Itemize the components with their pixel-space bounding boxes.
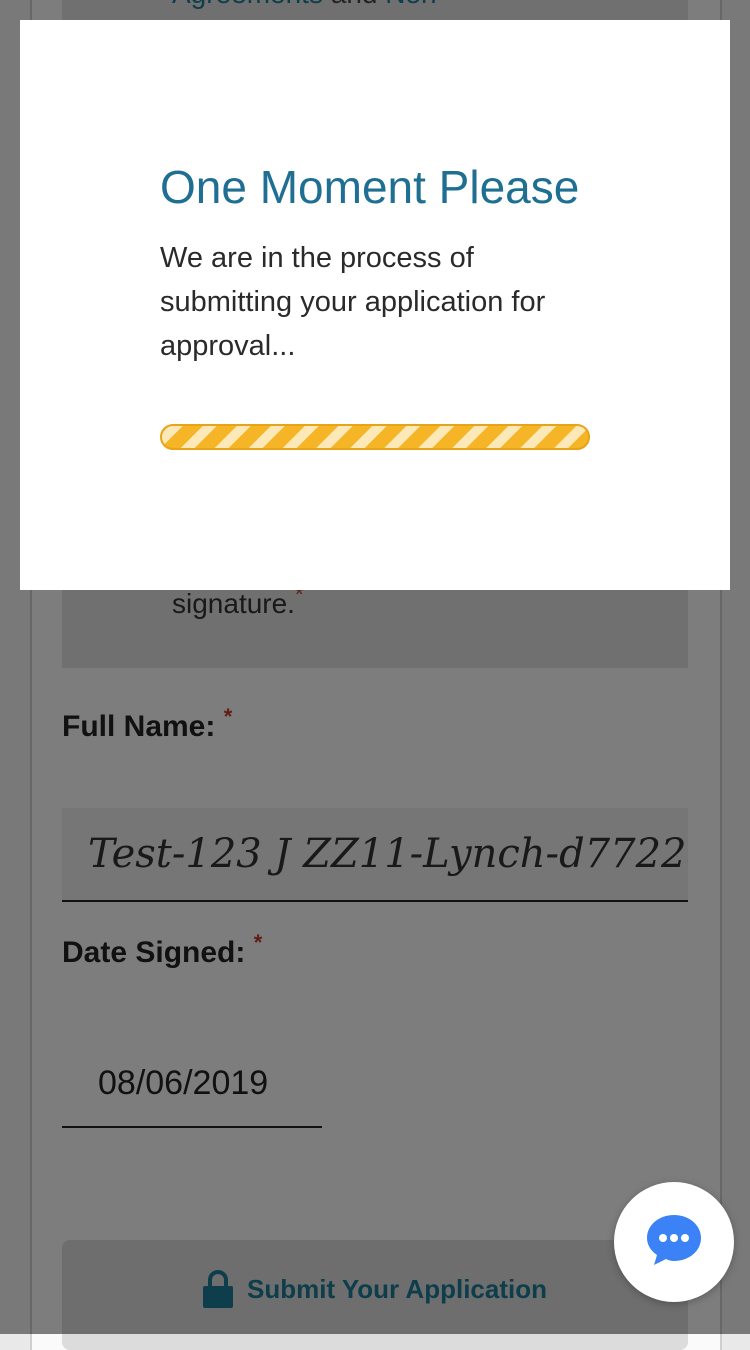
modal-message: We are in the process of submitting your… <box>160 242 546 362</box>
modal-title: One Moment Please <box>160 161 580 213</box>
chat-icon <box>645 1213 703 1272</box>
progress-bar <box>160 424 590 450</box>
progress-fill <box>162 426 588 448</box>
loading-modal: One Moment Please We are in the process … <box>20 20 730 590</box>
chat-button[interactable] <box>614 1182 734 1302</box>
